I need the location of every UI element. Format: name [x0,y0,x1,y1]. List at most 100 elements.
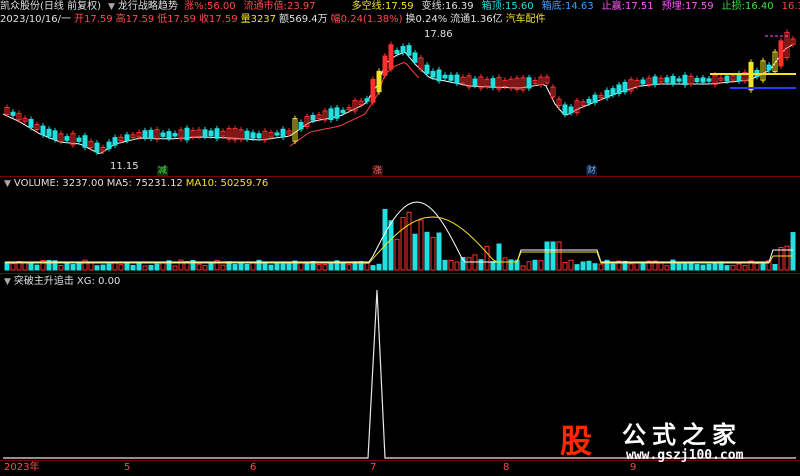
candle-body [334,107,340,119]
volume-bar [574,264,580,271]
candle-body [148,129,154,139]
candle-body [370,78,376,103]
volume-bar [394,238,400,271]
volume-bar [598,263,604,271]
volume-bar [340,262,346,271]
high-price-label: 17.86 [424,29,453,40]
logo-char: 股 [560,422,593,460]
volume-bar [556,241,562,271]
candle-body [430,70,436,78]
volume-bar [676,262,682,271]
volume-bar [772,264,778,271]
candle-body [172,133,178,137]
candle-body [454,74,460,84]
volume-bar [400,217,406,271]
candle-body [10,111,16,116]
volume-bar [526,261,532,271]
x-axis-label: 8 [503,462,510,473]
volume-bar [436,232,442,271]
volume-bar [430,236,436,271]
volume-bar [76,263,82,271]
volume-bar [778,247,784,271]
candle-body [412,52,418,63]
volume-ma10: MA10: 50259.76 [185,178,269,189]
signal-name[interactable]: 突破主升追击 [14,276,74,287]
dropdown-triangle-icon[interactable]: ▼ [4,178,11,190]
candle-body [310,114,316,121]
volume-bar [34,264,40,271]
candle-body [676,78,682,82]
candle-body [610,88,616,96]
candle-body [652,76,658,86]
volume-bar [370,265,376,271]
candle-body [724,75,730,82]
volume-bar [382,208,388,271]
volume-bar [520,265,526,271]
candle-body [664,77,670,83]
volume-bar [208,263,214,271]
volume-bar [448,259,454,271]
volume-bar [346,264,352,271]
candle-body [700,77,706,83]
volume-bar [412,233,418,271]
volume-bar [94,265,100,271]
volume-value[interactable]: VOLUME: 3237.00 [14,178,104,189]
volume-bar [244,263,250,271]
volume-bar [274,263,280,271]
candle-body [526,77,532,89]
logo-url: www.gszj100.com [626,448,744,463]
volume-bar [730,264,736,271]
candle-body [604,89,610,99]
candle-body [28,118,34,128]
dropdown-triangle-icon[interactable]: ▼ [4,276,11,288]
candle-body [340,109,346,114]
volume-bar [580,261,586,271]
logo-site-name: 公式之家 [622,420,742,449]
volume-bar [364,262,370,271]
candle-body [184,127,190,141]
candle-body [250,132,256,139]
candle-body [160,132,166,137]
volume-bar [682,263,688,271]
volume-bar [238,263,244,271]
volume-bar [790,232,796,271]
volume-bar [64,263,70,271]
candle-body [448,74,454,81]
volume-bar [28,263,34,271]
candle-body [208,130,214,137]
volume-bar [154,263,160,271]
candle-body [82,135,88,148]
volume-bar [532,259,538,271]
volume-bar [112,262,118,271]
volume-bar [586,260,592,271]
volume-bar [694,264,700,271]
volume-bar [742,265,748,271]
volume-bar [142,265,148,271]
volume-bar [664,265,670,271]
volume-bar [100,264,106,271]
candle-body [616,84,622,94]
candle-body [124,134,130,141]
panel-divider[interactable] [0,273,800,274]
candle-body [706,78,712,82]
volume-bar [118,264,124,271]
volume-bar [550,241,556,271]
volume-bar [562,262,568,271]
candlestick-chart[interactable] [0,0,800,476]
volume-bar [298,262,304,271]
volume-bar [388,220,394,271]
panel-divider[interactable] [0,176,800,177]
candle-body [112,137,118,146]
volume-bar [10,263,16,271]
volume-bar [58,264,64,271]
volume-bar [610,263,616,271]
volume-bar [220,264,226,271]
tag-finance: 财 [586,166,598,176]
volume-bar [250,262,256,271]
volume-bar [502,257,508,271]
candle-body [64,136,70,141]
candle-body [406,45,412,56]
candle-body [424,64,430,75]
candle-body [52,130,58,141]
volume-bar [322,263,328,271]
